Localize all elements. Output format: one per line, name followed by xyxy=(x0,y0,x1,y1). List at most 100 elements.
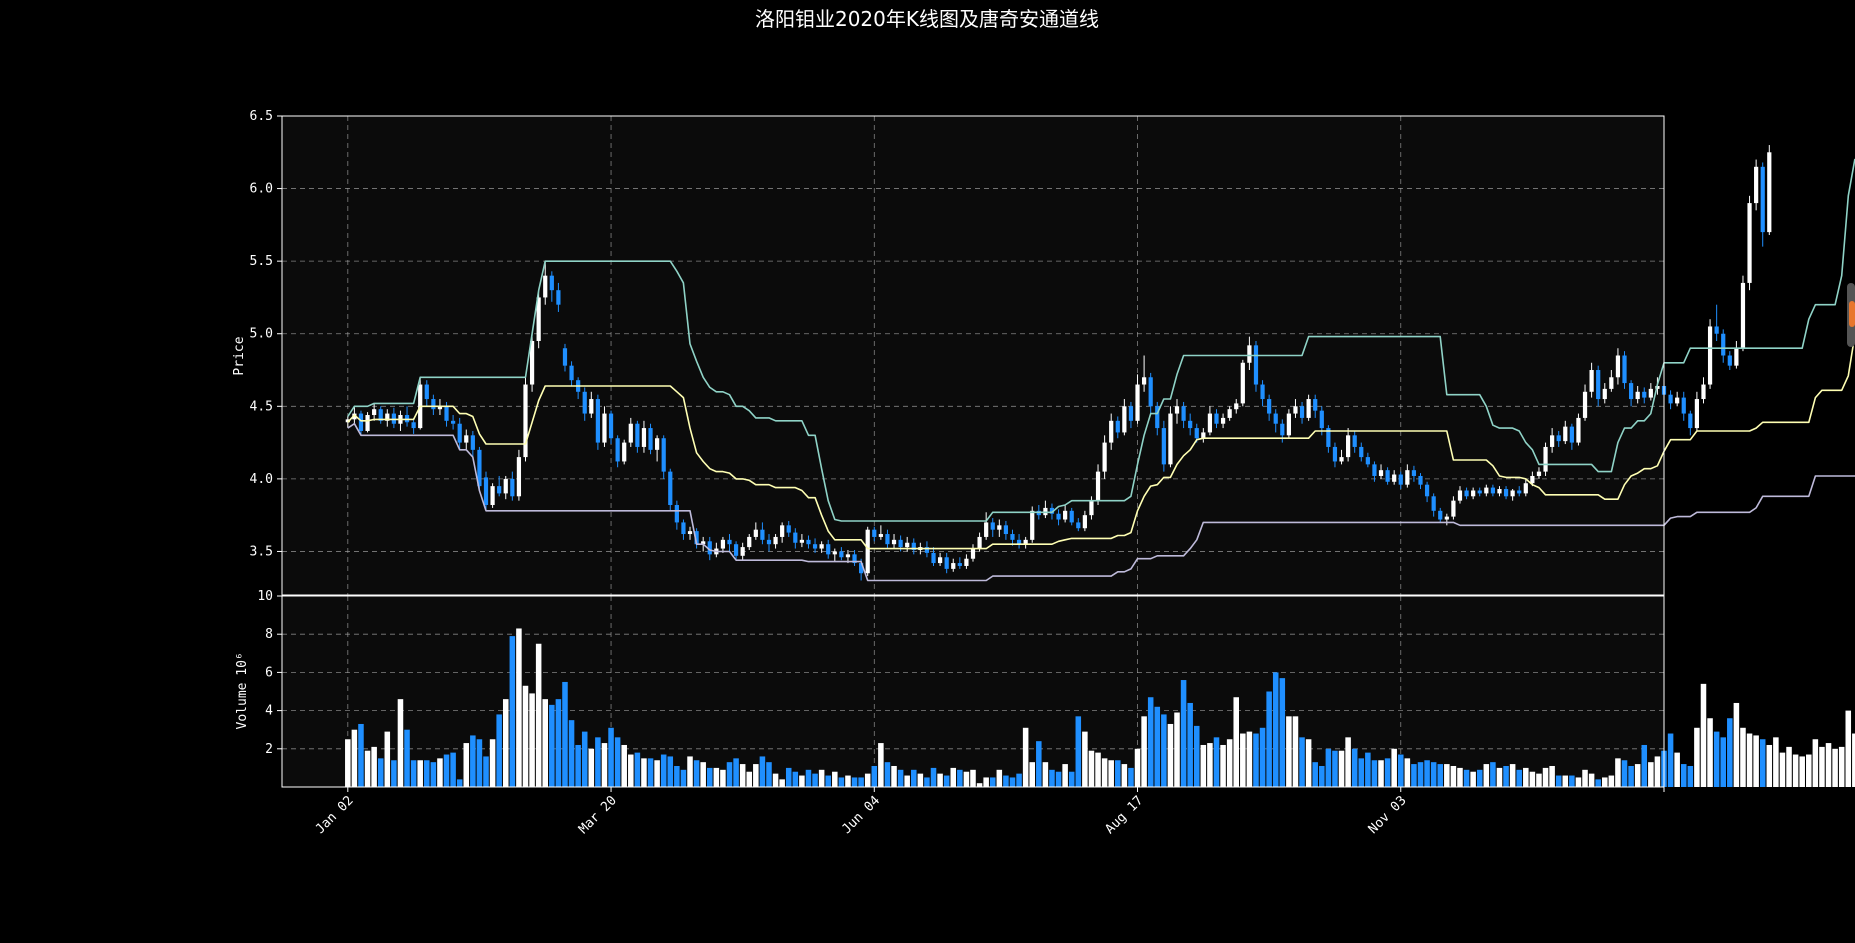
volume-bar xyxy=(1529,771,1536,787)
volume-bar xyxy=(1016,773,1022,787)
volume-bar xyxy=(1299,737,1305,787)
volume-bar xyxy=(1536,773,1542,787)
candle-body xyxy=(497,486,502,494)
volume-bar xyxy=(1128,767,1134,787)
volume-bar xyxy=(1246,731,1253,787)
volume-bar xyxy=(476,739,483,787)
candle-body xyxy=(1596,370,1601,400)
volume-bar xyxy=(628,754,634,787)
candle-body xyxy=(766,539,772,545)
volume-bar xyxy=(1042,762,1049,787)
volume-bar xyxy=(950,767,957,787)
volume-bar xyxy=(1687,765,1694,787)
volume-bar xyxy=(1147,697,1154,787)
volume-bar xyxy=(489,739,496,787)
candle-body xyxy=(1253,345,1259,385)
volume-bar xyxy=(404,729,410,787)
candle-body xyxy=(773,536,778,545)
candle-body xyxy=(806,539,811,545)
candle-body xyxy=(1747,203,1752,283)
volume-bar xyxy=(522,685,529,787)
volume-bar xyxy=(1542,767,1549,787)
volume-bar xyxy=(766,762,772,787)
candle-body xyxy=(372,409,377,416)
volume-bar xyxy=(1503,765,1509,787)
volume-bar xyxy=(1602,777,1608,787)
candle-body xyxy=(793,532,798,543)
chart-title: 洛阳钼业2020年K线图及唐奇安通道线 xyxy=(755,7,1099,31)
candle-body xyxy=(1141,377,1147,385)
candle-body xyxy=(628,423,633,443)
volume-bar xyxy=(562,681,568,787)
candle-body xyxy=(760,529,765,540)
volume-bar xyxy=(1174,712,1180,787)
volume-bar xyxy=(1819,746,1825,787)
volume-y-tick-label: 10 xyxy=(257,589,273,604)
volume-bar xyxy=(1424,760,1430,787)
volume-bar xyxy=(851,777,858,787)
candle-body xyxy=(582,391,587,414)
candle-body xyxy=(1063,510,1068,520)
volume-bar xyxy=(1733,702,1740,787)
volume-bar xyxy=(1365,752,1371,787)
volume-bar xyxy=(1240,733,1246,787)
candle-body xyxy=(1701,384,1706,400)
candle-body xyxy=(411,422,416,429)
scrollbar-thumb[interactable] xyxy=(1847,283,1855,347)
candle-body xyxy=(569,365,574,381)
volume-bar xyxy=(1167,723,1174,787)
volume-bar xyxy=(1286,716,1292,787)
price-y-tick-label: 4.0 xyxy=(250,472,273,487)
volume-bar xyxy=(845,775,851,787)
volume-bar xyxy=(976,783,983,787)
volume-bar xyxy=(739,764,746,787)
volume-bar xyxy=(1799,756,1805,787)
candle-body xyxy=(812,544,818,549)
volume-bar xyxy=(1806,754,1812,787)
candle-body xyxy=(1615,355,1621,378)
volume-bar xyxy=(384,731,391,787)
volume-bar xyxy=(943,775,950,787)
candle-body xyxy=(937,557,943,564)
candle-body xyxy=(1201,432,1206,439)
candle-body xyxy=(510,478,515,497)
candle-body xyxy=(464,435,469,443)
candle-body xyxy=(470,435,475,450)
volume-bar xyxy=(759,756,766,787)
candle-body xyxy=(1313,399,1318,411)
volume-bar xyxy=(1220,744,1226,787)
candle-body xyxy=(450,420,456,424)
candle-body xyxy=(1451,500,1456,517)
volume-bar xyxy=(1444,764,1450,787)
candle-body xyxy=(424,384,429,400)
volume-bar xyxy=(1009,777,1016,787)
volume-bar xyxy=(1766,744,1773,787)
volume-bar xyxy=(779,779,785,787)
candle-body xyxy=(1490,487,1496,494)
candle-body xyxy=(1556,435,1561,442)
candle-body xyxy=(1767,152,1772,233)
candle-body xyxy=(490,486,495,506)
candle-body xyxy=(1247,345,1252,363)
volume-bar xyxy=(371,746,377,787)
volume-bar xyxy=(983,777,989,787)
volume-bar xyxy=(1121,764,1128,787)
candle-body xyxy=(1030,510,1035,540)
volume-bar xyxy=(1338,750,1345,787)
candle-body xyxy=(1273,413,1278,424)
volume-bar xyxy=(1648,762,1654,787)
volume-bar xyxy=(1562,775,1569,787)
candle-body xyxy=(668,471,673,506)
candle-body xyxy=(977,536,982,549)
volume-bar xyxy=(1476,769,1483,787)
volume-bar xyxy=(799,775,805,787)
candle-body xyxy=(839,551,844,558)
volume-bar xyxy=(1634,764,1641,787)
volume-bar xyxy=(1595,779,1601,787)
volume-bar xyxy=(897,769,904,787)
candle-body xyxy=(1405,470,1410,485)
volume-bar xyxy=(1193,725,1200,787)
volume-bar xyxy=(660,754,667,787)
volume-bar xyxy=(555,699,562,787)
volume-bar xyxy=(496,714,502,787)
